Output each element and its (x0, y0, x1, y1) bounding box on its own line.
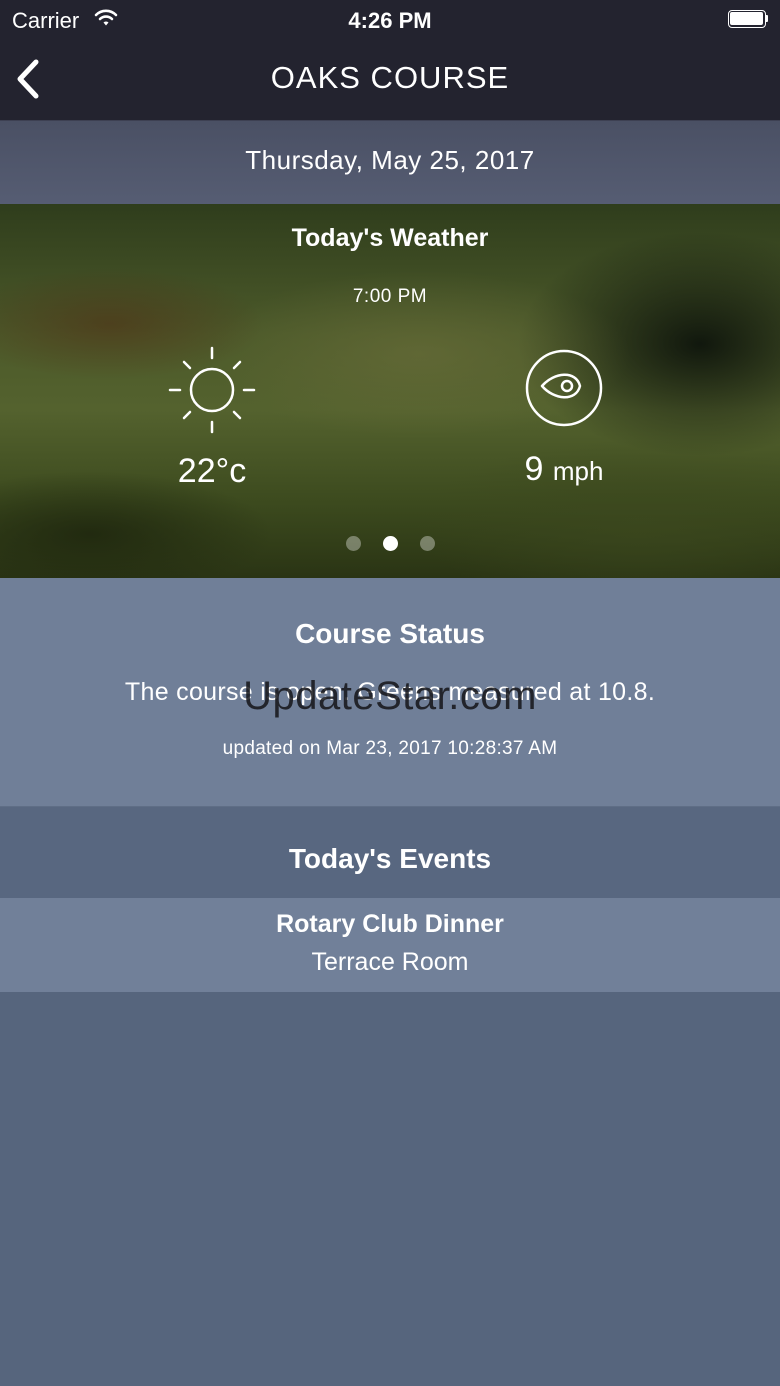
events-title: Today's Events (288, 843, 492, 874)
temperature-value: 22°c (177, 452, 247, 490)
navigation-bar: OAKS COURSE (0, 40, 780, 120)
wind-speed-value: 9 (524, 450, 544, 488)
weather-time: 7:00 PM (352, 286, 428, 307)
event-list-item[interactable]: Rotary Club Dinner Terrace Room (0, 898, 780, 992)
weather-title: Today's Weather (291, 224, 489, 252)
event-name: Rotary Club Dinner (276, 910, 504, 938)
page-indicator (0, 536, 780, 556)
wind-direction-icon (525, 349, 603, 427)
date-bar: Thursday, May 25, 2017 (0, 120, 780, 205)
page-dot-active[interactable] (382, 536, 398, 551)
wind-speed: 9 mph (478, 450, 650, 489)
wind-speed-unit: mph (552, 456, 604, 486)
date-label: Thursday, May 25, 2017 (245, 145, 535, 175)
weather-carousel[interactable]: Today's Weather 7:00 PM 22°c 9 mph (0, 204, 780, 578)
battery-icon (728, 10, 768, 28)
course-status-section: Course Status The course is open. Greens… (0, 578, 780, 806)
events-header: Today's Events (0, 806, 780, 899)
page-title: OAKS COURSE (270, 60, 510, 95)
course-status-title: Course Status (295, 618, 485, 649)
watermark: UpdateStar.com (243, 674, 537, 718)
page-dot[interactable] (345, 536, 361, 551)
event-location: Terrace Room (311, 948, 469, 976)
status-bar: Carrier 4:26 PM (0, 0, 780, 40)
page-dot[interactable] (419, 536, 435, 551)
course-status-updated: updated on Mar 23, 2017 10:28:37 AM (222, 738, 558, 759)
sun-icon (168, 346, 256, 434)
clock-time: 4:26 PM (348, 8, 432, 33)
